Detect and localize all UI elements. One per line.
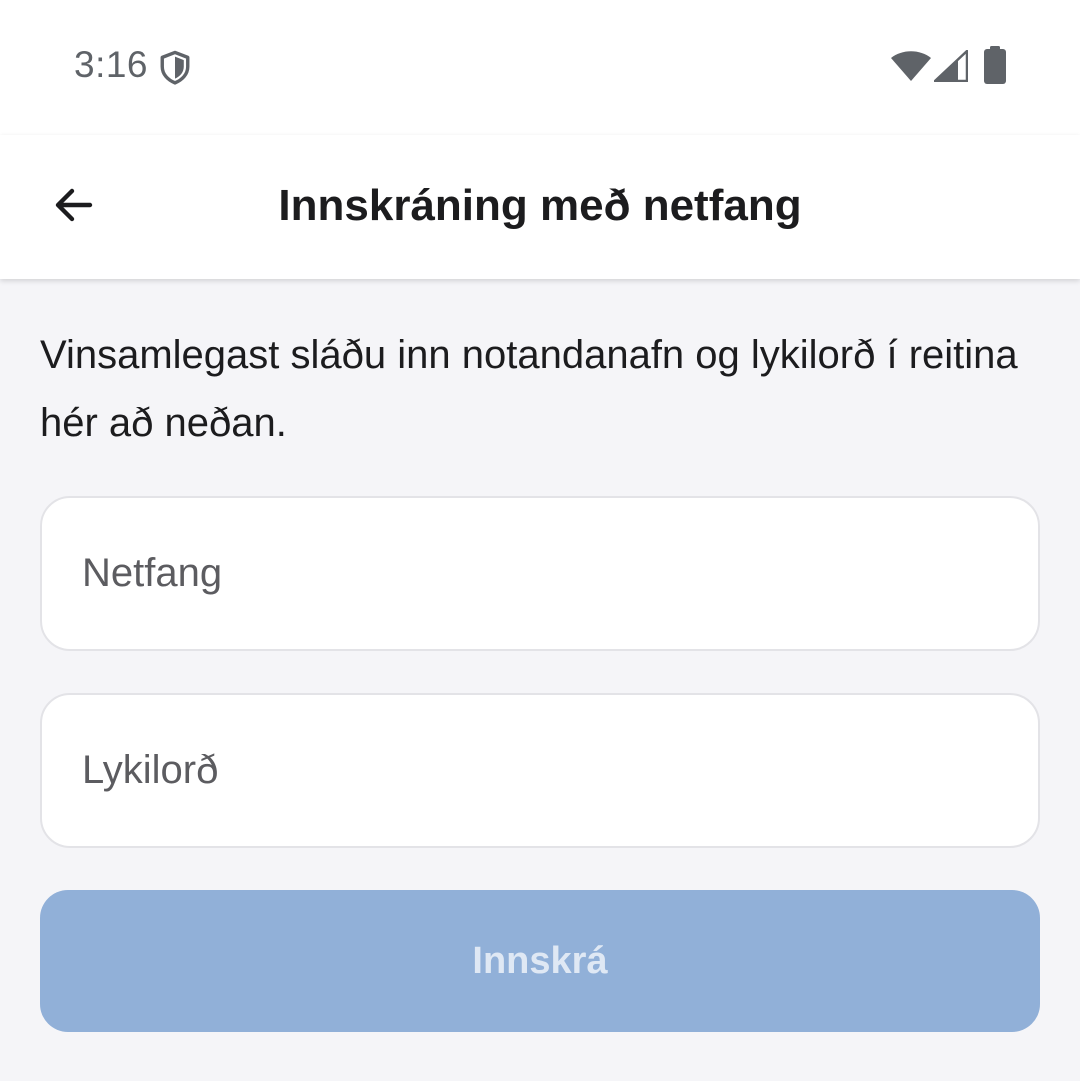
signal-icon [934,50,968,82]
instructions-text: Vinsamlegast sláðu inn notandanafn og ly… [40,333,1018,445]
wifi-icon [891,51,931,81]
status-bar: 3:16 [0,0,1080,135]
password-field-container [40,693,1040,848]
login-form: Vinsamlegast sláðu inn notandanafn og ly… [0,279,1080,1081]
app-bar: Innskráning með netfang [0,135,1080,279]
login-button[interactable]: Innskrá [40,890,1040,1032]
page-title: Innskráning með netfang [278,181,802,230]
email-field-container [40,496,1040,651]
status-time: 3:16 [74,44,149,85]
battery-icon [984,46,1006,84]
email-field[interactable] [42,498,1038,649]
shield-icon [160,50,190,85]
password-field[interactable] [42,695,1038,846]
